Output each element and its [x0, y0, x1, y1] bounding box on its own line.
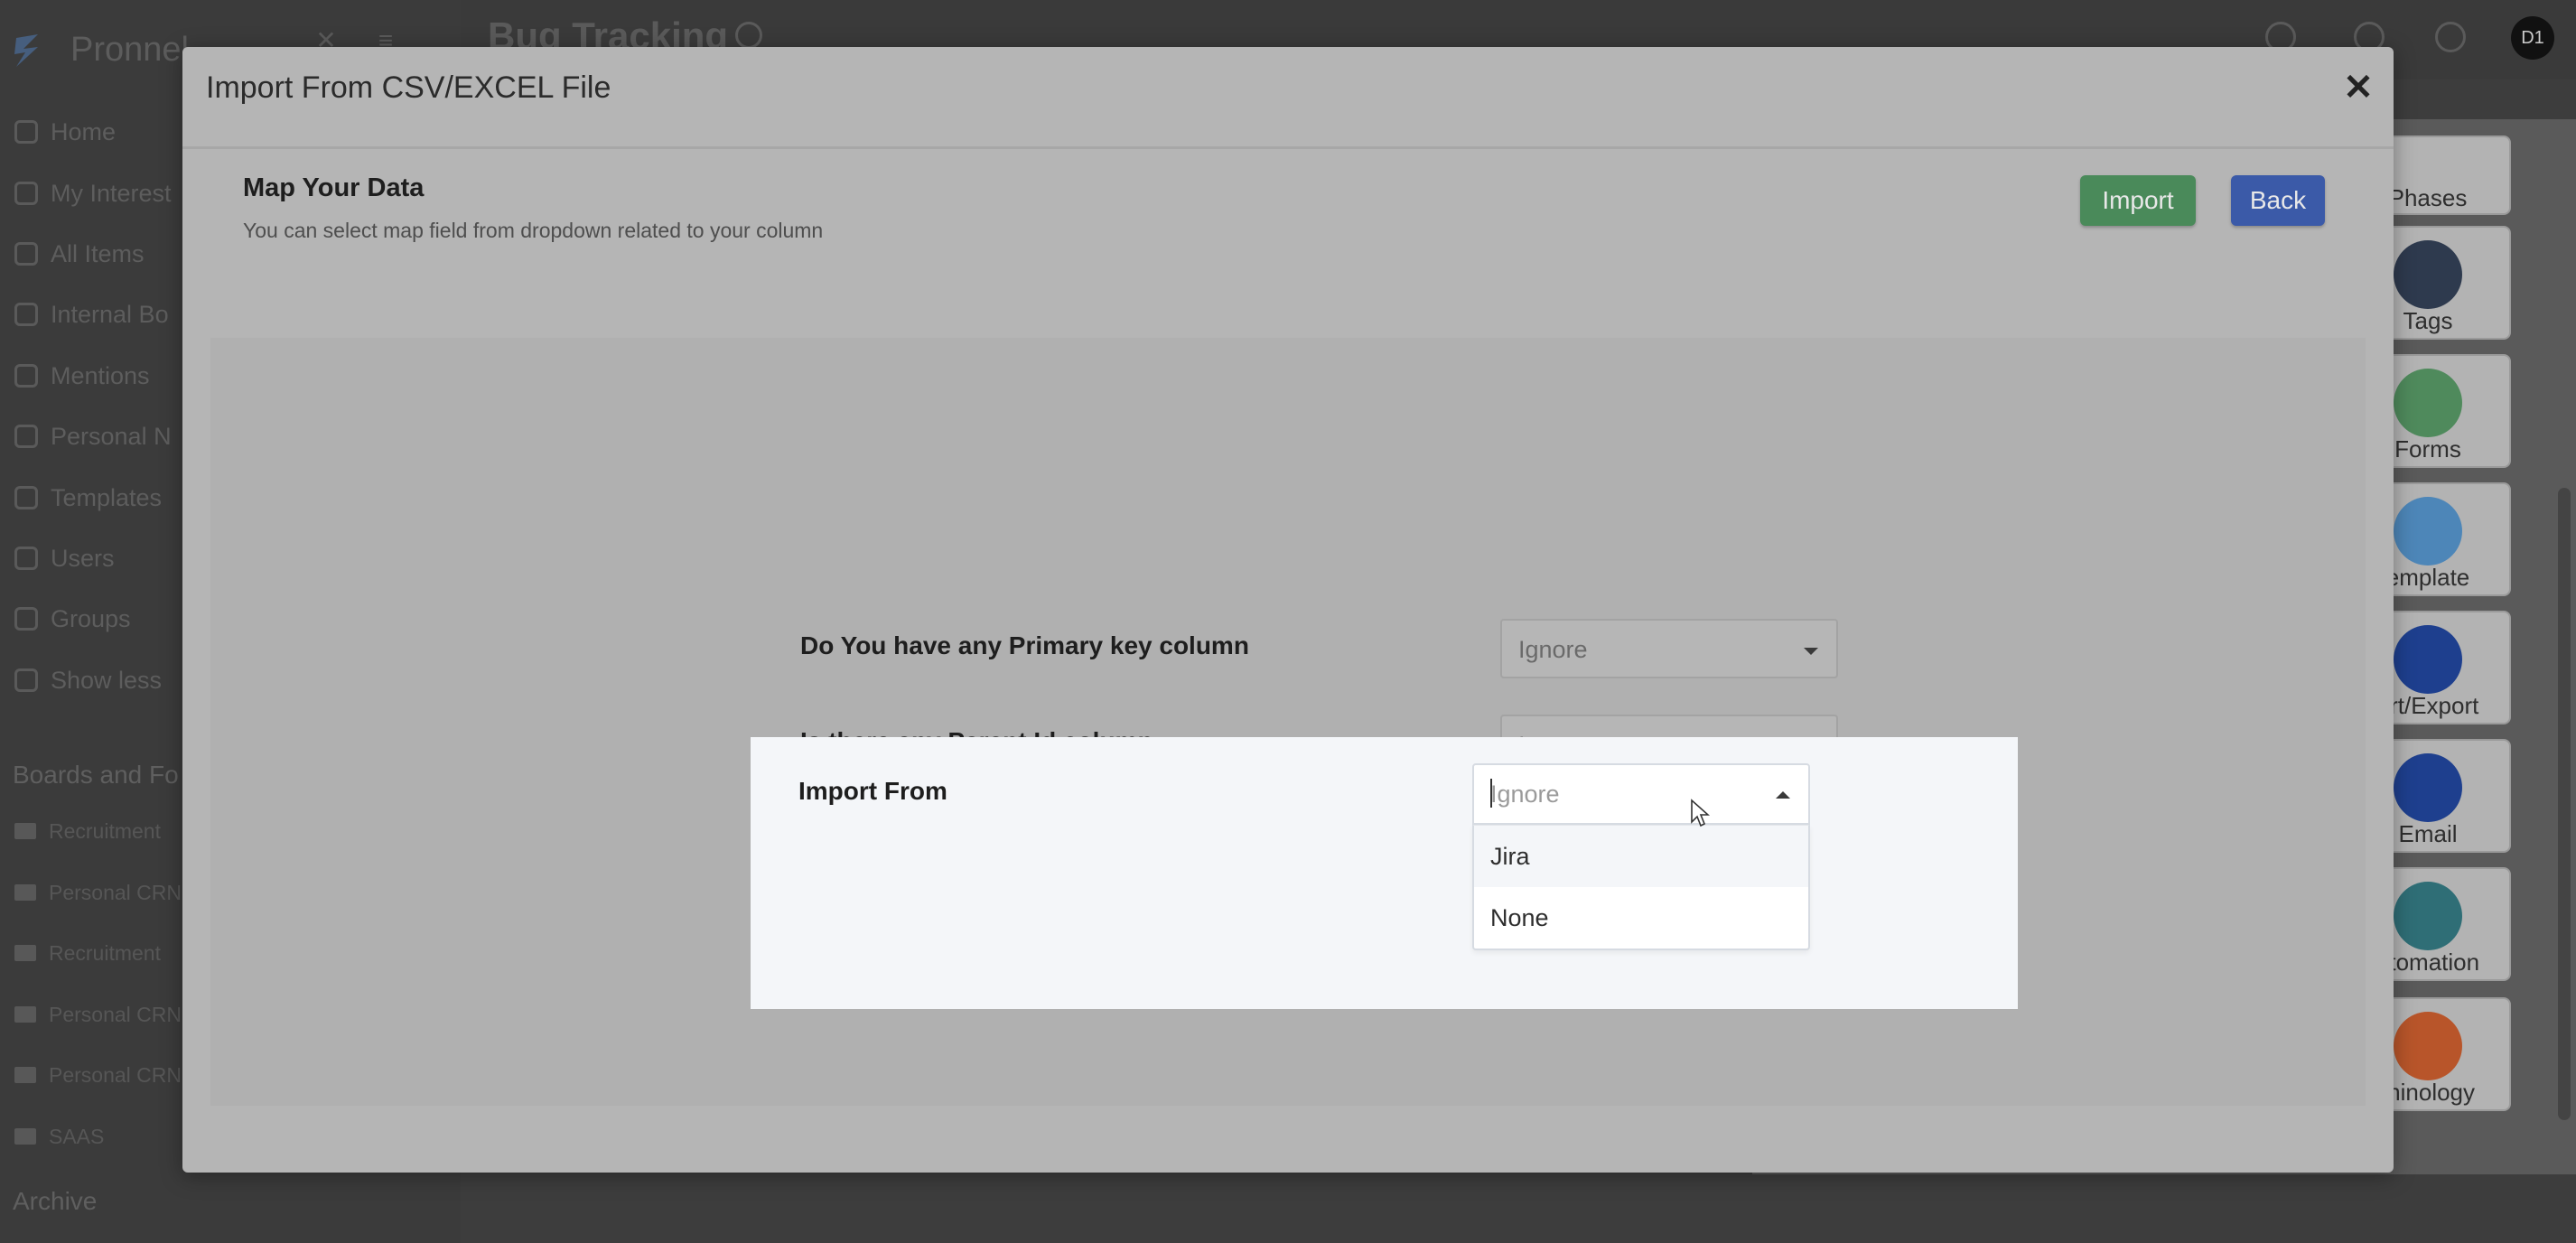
home-icon: [14, 120, 38, 144]
board-icon: [14, 303, 38, 326]
groups-icon: [14, 607, 38, 631]
templates-icon: [14, 486, 38, 509]
board-item[interactable]: Personal CRN: [14, 1059, 182, 1091]
board-item[interactable]: SAAS: [14, 1120, 104, 1153]
board-item[interactable]: Personal CRN: [14, 876, 182, 909]
folder-icon: [14, 884, 36, 901]
modal-title: Import From CSV/EXCEL File: [206, 70, 611, 105]
folder-icon: [14, 823, 36, 839]
automation-icon: [2394, 882, 2462, 950]
dropdown-option-none[interactable]: None: [1474, 887, 1808, 949]
mouse-pointer-icon: [1691, 799, 1710, 827]
sidebar-item-internal-board[interactable]: Internal Bo: [14, 296, 169, 332]
sidebar-item-templates[interactable]: Templates: [14, 480, 162, 516]
folder-icon: [14, 1067, 36, 1083]
info-icon[interactable]: [735, 22, 762, 49]
folder-icon: [14, 1006, 36, 1023]
folder-icon: [14, 1128, 36, 1145]
sidebar-item-personal-notes[interactable]: Personal N: [14, 418, 172, 454]
primary-key-select[interactable]: Ignore: [1500, 619, 1838, 678]
primary-key-label: Do You have any Primary key column: [800, 631, 1249, 659]
brand-name: Pronnel: [70, 31, 189, 69]
sidebar-item-users[interactable]: Users: [14, 540, 115, 576]
sidebar-item-all-items[interactable]: All Items: [14, 236, 145, 272]
archive-link[interactable]: Archive: [13, 1187, 97, 1216]
select-value: Ignore: [1518, 636, 1588, 663]
sidebar-item-mentions[interactable]: Mentions: [14, 358, 150, 394]
user-icon: [14, 547, 38, 570]
close-icon[interactable]: ✕: [2336, 65, 2381, 110]
sidebar-item-my-interest[interactable]: My Interest: [14, 175, 172, 211]
import-from-select[interactable]: Ignore: [1472, 763, 1810, 825]
folder-icon: [14, 945, 36, 961]
section-subtitle: You can select map field from dropdown r…: [243, 219, 824, 242]
board-item[interactable]: Recruitment: [14, 937, 161, 969]
terminology-icon: [2394, 1012, 2462, 1080]
import-from-label: Import From: [798, 777, 947, 805]
import-from-dropdown: Jira None: [1472, 825, 1810, 950]
sidebar-item-groups[interactable]: Groups: [14, 601, 131, 637]
mention-icon: [14, 364, 38, 388]
board-item[interactable]: Recruitment: [14, 815, 161, 847]
sidebar-item-home[interactable]: Home: [14, 114, 116, 150]
template-icon: [2394, 497, 2462, 565]
notes-icon: [14, 425, 38, 448]
forms-icon: [2394, 369, 2462, 437]
app-logo-icon: [14, 34, 38, 67]
import-from-spotlight: Import From Ignore Jira None: [751, 737, 2018, 1009]
dropdown-option-jira[interactable]: Jira: [1474, 826, 1808, 887]
sidebar-item-show-less[interactable]: Show less: [14, 662, 162, 698]
interest-icon: [14, 182, 38, 205]
import-export-icon: [2394, 625, 2462, 694]
chevron-up-icon: [14, 668, 38, 692]
text-cursor: [1490, 779, 1492, 808]
caret-up-icon[interactable]: [1776, 791, 1790, 799]
boards-heading: Boards and Fo: [13, 761, 179, 789]
bell-icon[interactable]: [2435, 22, 2466, 52]
avatar[interactable]: D1: [2511, 16, 2554, 60]
board-item[interactable]: Personal CRN: [14, 998, 182, 1031]
all-items-icon: [14, 242, 38, 266]
email-icon: [2394, 753, 2462, 822]
section-title: Map Your Data: [243, 173, 425, 202]
back-button[interactable]: Back: [2231, 175, 2325, 226]
import-from-placeholder: Ignore: [1490, 780, 1560, 808]
tag-icon: [2394, 240, 2462, 309]
scrollbar[interactable]: [2558, 488, 2571, 1120]
caret-down-icon: [1804, 648, 1818, 655]
import-button[interactable]: Import: [2080, 175, 2196, 226]
modal-header: Import From CSV/EXCEL File ✕: [182, 47, 2394, 149]
